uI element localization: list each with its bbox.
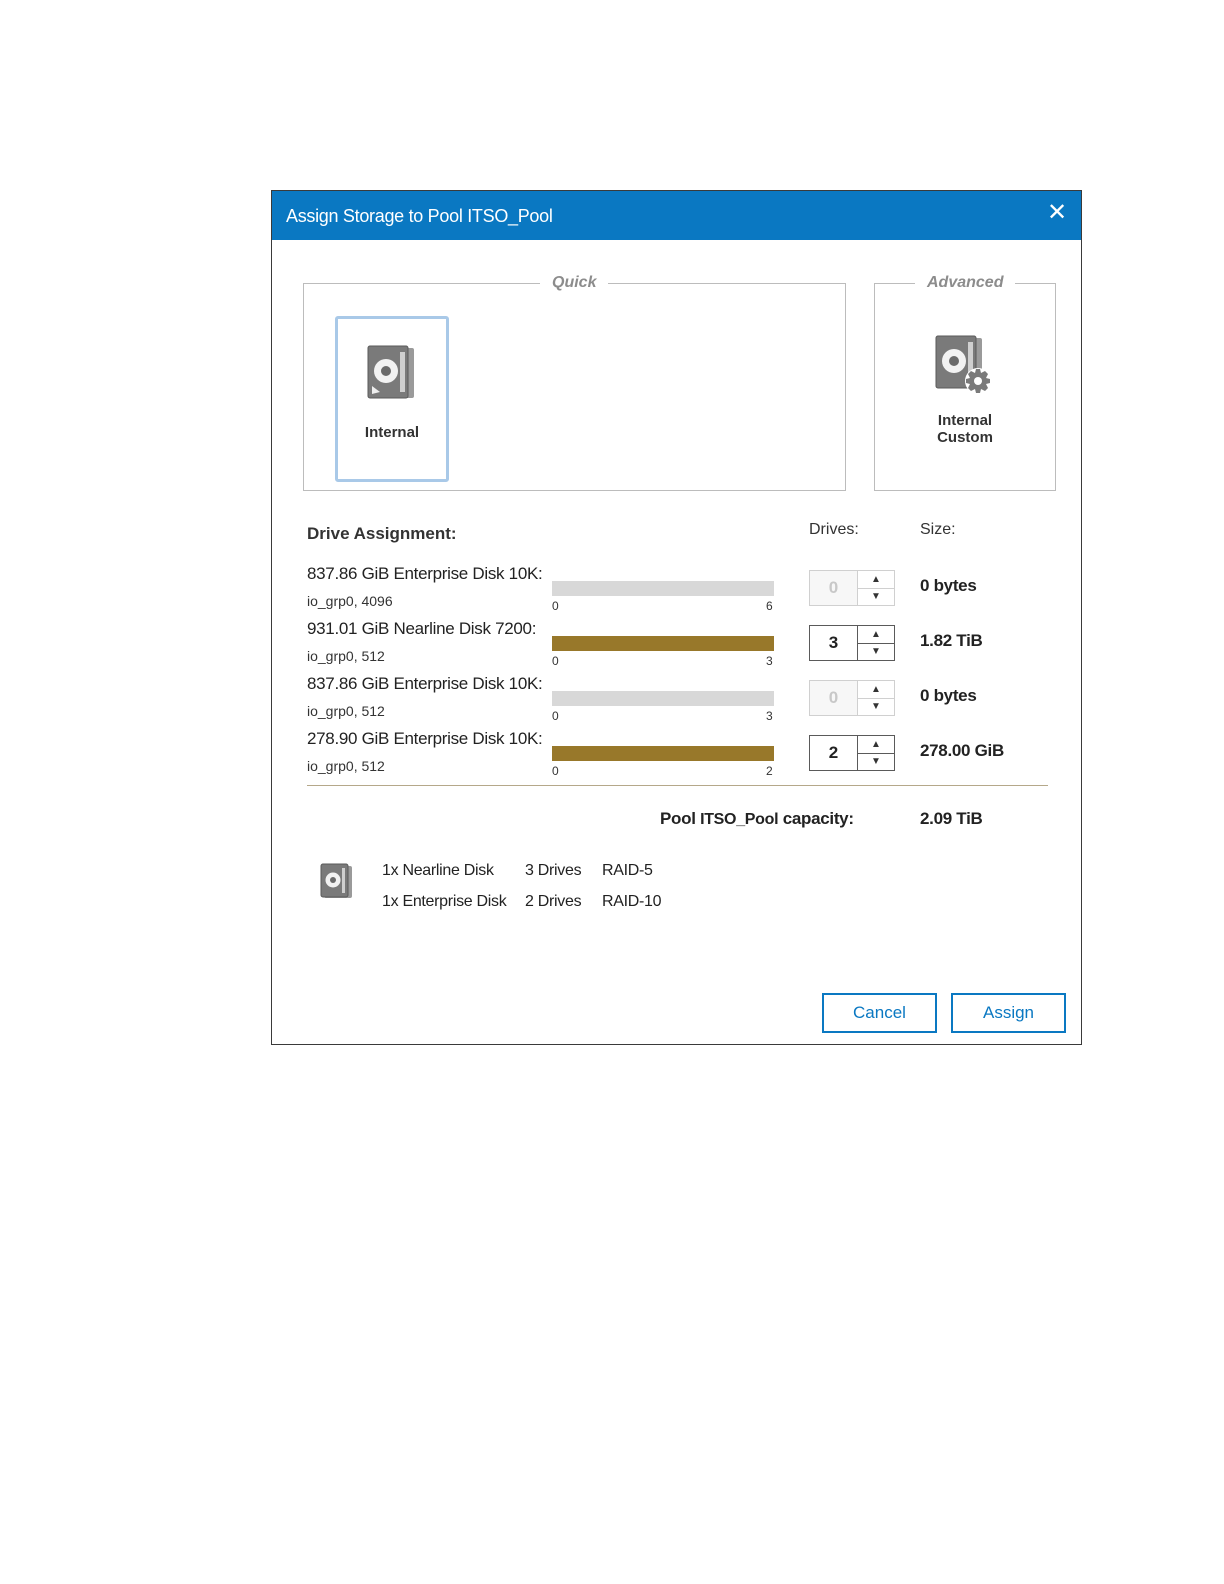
drive-name: 837.86 GiB Enterprise Disk 10K: bbox=[307, 674, 543, 693]
internal-custom-label-2: Custom bbox=[937, 429, 993, 446]
decrement-arrow-icon[interactable]: ▼ bbox=[858, 588, 894, 605]
capacity-prefix: Pool bbox=[660, 809, 701, 828]
drive-size: 0 bytes bbox=[920, 686, 977, 705]
increment-arrow-icon[interactable]: ▲ bbox=[858, 571, 894, 589]
hard-disk-icon bbox=[320, 863, 352, 898]
drive-count-stepper[interactable]: 0 ▲ ▼ bbox=[809, 570, 895, 606]
drive-io-group: io_grp0, 512 bbox=[307, 648, 385, 664]
drive-row: 837.86 GiB Enterprise Disk 10K: io_grp0,… bbox=[307, 674, 1027, 729]
close-icon[interactable]: ✕ bbox=[1043, 199, 1071, 227]
summary-drives: 3 Drives bbox=[525, 862, 582, 879]
internal-tile-label: Internal bbox=[364, 424, 420, 441]
drive-row: 278.90 GiB Enterprise Disk 10K: io_grp0,… bbox=[307, 729, 1027, 784]
pool-name: ITSO_Pool bbox=[700, 811, 779, 828]
drive-io-group: io_grp0, 4096 bbox=[307, 593, 393, 609]
capacity-suffix: capacity: bbox=[778, 809, 854, 828]
drive-allocation-fill bbox=[552, 746, 774, 761]
drive-allocation-bar bbox=[552, 636, 774, 651]
drive-name: 837.86 GiB Enterprise Disk 10K: bbox=[307, 564, 543, 583]
internal-custom-tile[interactable]: Internal Custom bbox=[895, 324, 1035, 464]
bar-max-label: 3 bbox=[766, 654, 773, 668]
pool-capacity-value: 2.09 TiB bbox=[920, 809, 983, 828]
drives-column-header: Drives: bbox=[809, 521, 859, 538]
bar-min-label: 0 bbox=[552, 709, 559, 723]
drive-count-stepper[interactable]: 2 ▲ ▼ bbox=[809, 735, 895, 771]
summary-raid: RAID-10 bbox=[602, 893, 662, 910]
drive-allocation-fill bbox=[552, 636, 774, 651]
drive-row: 837.86 GiB Enterprise Disk 10K: io_grp0,… bbox=[307, 564, 1027, 619]
drive-size: 278.00 GiB bbox=[920, 741, 1004, 760]
summary-drives: 2 Drives bbox=[525, 893, 582, 910]
increment-arrow-icon[interactable]: ▲ bbox=[858, 626, 894, 644]
drive-count-stepper[interactable]: 0 ▲ ▼ bbox=[809, 680, 895, 716]
internal-custom-label-1: Internal bbox=[937, 412, 993, 429]
internal-tile[interactable]: Internal bbox=[335, 316, 449, 482]
drive-count-value[interactable]: 0 bbox=[810, 571, 858, 605]
dialog-title: Assign Storage to Pool ITSO_Pool bbox=[286, 206, 553, 226]
drive-assignment-label: Drive Assignment: bbox=[307, 524, 457, 543]
bar-max-label: 3 bbox=[766, 709, 773, 723]
bar-max-label: 6 bbox=[766, 599, 773, 613]
decrement-arrow-icon[interactable]: ▼ bbox=[858, 643, 894, 660]
increment-arrow-icon[interactable]: ▲ bbox=[858, 681, 894, 699]
hard-disk-gear-icon bbox=[935, 335, 991, 394]
hard-disk-icon bbox=[367, 345, 414, 399]
drive-count-value[interactable]: 3 bbox=[810, 626, 858, 660]
drive-count-value[interactable]: 2 bbox=[810, 736, 858, 770]
assign-button[interactable]: Assign bbox=[951, 993, 1066, 1033]
assign-storage-dialog: Assign Storage to Pool ITSO_Pool ✕ Quick… bbox=[271, 190, 1082, 1045]
advanced-legend: Advanced bbox=[915, 274, 1016, 292]
bar-min-label: 0 bbox=[552, 599, 559, 613]
drive-allocation-bar bbox=[552, 691, 774, 706]
decrement-arrow-icon[interactable]: ▼ bbox=[858, 698, 894, 715]
drive-io-group: io_grp0, 512 bbox=[307, 703, 385, 719]
bar-max-label: 2 bbox=[766, 764, 773, 778]
bar-min-label: 0 bbox=[552, 654, 559, 668]
drive-count-stepper[interactable]: 3 ▲ ▼ bbox=[809, 625, 895, 661]
summary-disk: 1x Nearline Disk bbox=[382, 862, 494, 879]
dialog-titlebar: Assign Storage to Pool ITSO_Pool ✕ bbox=[272, 191, 1081, 240]
size-column-header: Size: bbox=[920, 521, 956, 538]
drive-row: 931.01 GiB Nearline Disk 7200: io_grp0, … bbox=[307, 619, 1027, 674]
decrement-arrow-icon[interactable]: ▼ bbox=[858, 753, 894, 770]
pool-capacity-label: Pool ITSO_Pool capacity: bbox=[660, 809, 854, 829]
drive-size: 0 bytes bbox=[920, 576, 977, 595]
drive-name: 278.90 GiB Enterprise Disk 10K: bbox=[307, 729, 543, 748]
divider bbox=[307, 785, 1048, 786]
drive-allocation-bar bbox=[552, 581, 774, 596]
cancel-button[interactable]: Cancel bbox=[822, 993, 937, 1033]
summary-raid: RAID-5 bbox=[602, 862, 653, 879]
drive-io-group: io_grp0, 512 bbox=[307, 758, 385, 774]
drive-allocation-bar bbox=[552, 746, 774, 761]
increment-arrow-icon[interactable]: ▲ bbox=[858, 736, 894, 754]
quick-legend: Quick bbox=[540, 274, 609, 292]
quick-section: Quick Internal bbox=[303, 274, 846, 491]
drive-count-value[interactable]: 0 bbox=[810, 681, 858, 715]
drive-name: 931.01 GiB Nearline Disk 7200: bbox=[307, 619, 537, 638]
drive-size: 1.82 TiB bbox=[920, 631, 983, 650]
bar-min-label: 0 bbox=[552, 764, 559, 778]
summary-disk: 1x Enterprise Disk bbox=[382, 893, 507, 910]
advanced-section: Advanced Internal Custom bbox=[874, 274, 1056, 491]
